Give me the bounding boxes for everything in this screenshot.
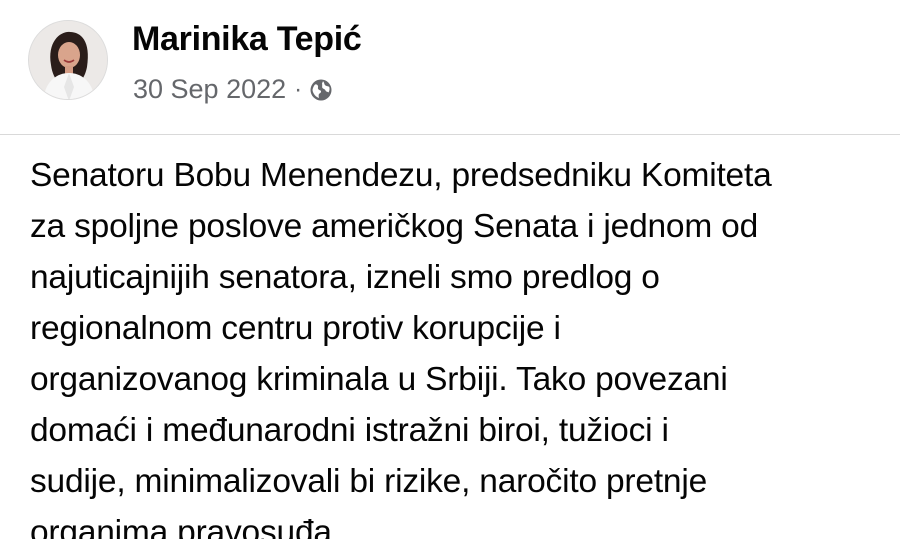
post-text-line: organizovanog kriminala u Srbiji. Tako p… <box>30 361 728 398</box>
meta-separator: · <box>294 75 303 103</box>
post-text-line: domaći i međunarodni istražni biroi, tuž… <box>30 412 669 449</box>
post-text-line: sudije, minimalizovali bi rizike, naroči… <box>30 463 708 500</box>
post-header: Marinika Tepić 30 Sep 2022 · <box>0 0 900 134</box>
avatar-photo <box>29 21 107 99</box>
author-name[interactable]: Marinika Tepić <box>132 20 362 59</box>
header-divider <box>0 134 900 135</box>
post-text-line: regionalnom centru protiv korupcije i <box>30 310 561 347</box>
post-meta: 30 Sep 2022 · <box>133 74 333 105</box>
post-text-line: najuticajnijih senatora, izneli smo pred… <box>30 259 660 296</box>
post-text-line: za spoljne poslove američkog Senata i je… <box>30 208 759 245</box>
post-text-line: organima pravosuđa. <box>30 514 341 539</box>
globe-icon[interactable] <box>309 78 333 102</box>
post-text: Senatoru Bobu Menendezu, predsedniku Kom… <box>30 150 890 539</box>
avatar[interactable] <box>28 20 108 100</box>
post-date[interactable]: 30 Sep 2022 <box>133 74 286 105</box>
post-text-line: Senatoru Bobu Menendezu, predsedniku Kom… <box>30 157 772 194</box>
